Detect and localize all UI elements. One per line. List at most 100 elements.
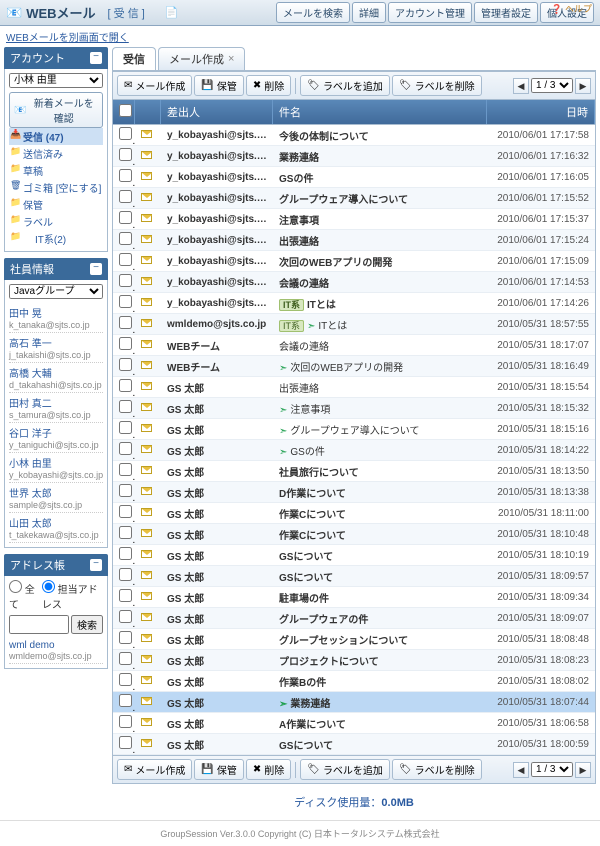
- row-checkbox[interactable]: [119, 421, 132, 434]
- mail-row[interactable]: y_kobayashi@sjts.co.jp今後の体制について2010/06/0…: [113, 125, 595, 146]
- staff-name[interactable]: 高石 準一: [9, 335, 103, 350]
- open-new-window-link[interactable]: WEBメールを別画面で開く: [6, 33, 129, 44]
- folder-item[interactable]: 草稿: [9, 162, 103, 179]
- row-checkbox[interactable]: [119, 190, 132, 203]
- row-checkbox[interactable]: [119, 211, 132, 224]
- folder-item[interactable]: 受信 (47): [9, 128, 103, 145]
- delete-button[interactable]: ✖ 削除: [246, 75, 291, 96]
- row-checkbox[interactable]: [119, 253, 132, 266]
- folder-item[interactable]: ラベル: [9, 213, 103, 230]
- row-checkbox[interactable]: [119, 694, 132, 707]
- address-search-button[interactable]: 検索: [71, 615, 103, 634]
- col-from[interactable]: 差出人: [161, 100, 273, 124]
- addr-name[interactable]: wml demo: [9, 640, 103, 651]
- mail-row[interactable]: WEBチーム➣次回のWEBアプリの開発2010/05/31 18:16:49: [113, 356, 595, 377]
- row-checkbox[interactable]: [119, 568, 132, 581]
- folder-item[interactable]: IT系(2): [9, 230, 103, 247]
- row-checkbox[interactable]: [119, 484, 132, 497]
- addr-opt-all[interactable]: 全て: [9, 580, 38, 611]
- row-checkbox[interactable]: [119, 526, 132, 539]
- page-select[interactable]: 1 / 3: [531, 78, 573, 93]
- staff-name[interactable]: 小林 由里: [9, 455, 103, 470]
- store-button[interactable]: 💾 保管: [194, 75, 243, 96]
- compose-button[interactable]: ✉ メール作成: [117, 75, 192, 96]
- mail-row[interactable]: y_kobayashi@sjts.co.jp業務連絡2010/06/01 17:…: [113, 146, 595, 167]
- del-label-button[interactable]: 🏷 ラベルを削除: [392, 75, 482, 96]
- row-checkbox[interactable]: [119, 148, 132, 161]
- mail-row[interactable]: y_kobayashi@sjts.co.jpGSの件2010/06/01 17:…: [113, 167, 595, 188]
- mail-row[interactable]: GS 太郎D作業について2010/05/31 18:13:38: [113, 482, 595, 503]
- close-icon[interactable]: ×: [228, 53, 234, 65]
- add-label-button[interactable]: 🏷 ラベルを追加: [300, 759, 390, 780]
- row-checkbox[interactable]: [119, 169, 132, 182]
- staff-name[interactable]: 高橋 大輔: [9, 365, 103, 380]
- mail-row[interactable]: GS 太郎➣グループウェア導入について2010/05/31 18:15:16: [113, 419, 595, 440]
- staff-name[interactable]: 田中 晃: [9, 305, 103, 320]
- staff-name[interactable]: 世界 太郎: [9, 485, 103, 500]
- folder-item[interactable]: 保管: [9, 196, 103, 213]
- mail-row[interactable]: GS 太郎A作業について2010/05/31 18:06:58: [113, 713, 595, 734]
- header-button[interactable]: アカウント管理: [388, 2, 472, 23]
- row-checkbox[interactable]: [119, 463, 132, 476]
- mail-row[interactable]: wmldemo@sjts.co.jpIT系➣ITとは2010/05/31 18:…: [113, 314, 595, 335]
- mail-row[interactable]: GS 太郎グループウェアの件2010/05/31 18:09:07: [113, 608, 595, 629]
- mail-row[interactable]: GS 太郎出張連絡2010/05/31 18:15:54: [113, 377, 595, 398]
- header-button[interactable]: 詳細: [352, 2, 386, 23]
- mail-row[interactable]: WEBチーム会議の連絡2010/05/31 18:17:07: [113, 335, 595, 356]
- row-checkbox[interactable]: [119, 631, 132, 644]
- group-select[interactable]: Javaグループ: [9, 284, 103, 299]
- tab[interactable]: 受信: [112, 47, 156, 70]
- row-checkbox[interactable]: [119, 316, 132, 329]
- page-next-button[interactable]: ▶: [575, 78, 591, 94]
- mail-row[interactable]: GS 太郎社員旅行について2010/05/31 18:13:50: [113, 461, 595, 482]
- mail-row[interactable]: GS 太郎プロジェクトについて2010/05/31 18:08:23: [113, 650, 595, 671]
- collapse-icon[interactable]: −: [90, 559, 102, 571]
- add-label-button[interactable]: 🏷 ラベルを追加: [300, 75, 390, 96]
- check-new-mail-button[interactable]: 📧 新着メールを確認: [9, 92, 103, 128]
- row-checkbox[interactable]: [119, 274, 132, 287]
- page-prev-button[interactable]: ◀: [513, 78, 529, 94]
- page-icon[interactable]: 📄: [165, 6, 179, 19]
- mail-row[interactable]: y_kobayashi@sjts.co.jp会議の連絡2010/06/01 17…: [113, 272, 595, 293]
- header-button[interactable]: メールを検索: [276, 2, 350, 23]
- row-checkbox[interactable]: [119, 715, 132, 728]
- col-date[interactable]: 日時: [487, 100, 595, 124]
- mail-row[interactable]: y_kobayashi@sjts.co.jpグループウェア導入について2010/…: [113, 188, 595, 209]
- row-checkbox[interactable]: [119, 295, 132, 308]
- mail-row[interactable]: GS 太郎駐車場の件2010/05/31 18:09:34: [113, 587, 595, 608]
- mail-row[interactable]: GS 太郎GSについて2010/05/31 18:00:59: [113, 734, 595, 755]
- mail-row[interactable]: GS 太郎作業Cについて2010/05/31 18:11:00: [113, 503, 595, 524]
- header-button[interactable]: 管理者設定: [474, 2, 538, 23]
- collapse-icon[interactable]: −: [90, 52, 102, 64]
- row-checkbox[interactable]: [119, 736, 132, 749]
- page-select[interactable]: 1 / 3: [531, 762, 573, 777]
- del-label-button[interactable]: 🏷 ラベルを削除: [392, 759, 482, 780]
- page-next-button[interactable]: ▶: [575, 762, 591, 778]
- row-checkbox[interactable]: [119, 610, 132, 623]
- staff-name[interactable]: 山田 太郎: [9, 515, 103, 530]
- help-link[interactable]: ❓ ヘルプ: [551, 2, 592, 15]
- mail-row[interactable]: y_kobayashi@sjts.co.jp注意事項2010/06/01 17:…: [113, 209, 595, 230]
- page-prev-button[interactable]: ◀: [513, 762, 529, 778]
- row-checkbox[interactable]: [119, 589, 132, 602]
- mail-row[interactable]: GS 太郎作業Bの件2010/05/31 18:08:02: [113, 671, 595, 692]
- row-checkbox[interactable]: [119, 547, 132, 560]
- mail-row[interactable]: y_kobayashi@sjts.co.jpIT系ITとは2010/06/01 …: [113, 293, 595, 314]
- mail-row[interactable]: GS 太郎➣注意事項2010/05/31 18:15:32: [113, 398, 595, 419]
- delete-button[interactable]: ✖ 削除: [246, 759, 291, 780]
- staff-name[interactable]: 田村 真二: [9, 395, 103, 410]
- row-checkbox[interactable]: [119, 232, 132, 245]
- staff-name[interactable]: 谷口 洋子: [9, 425, 103, 440]
- row-checkbox[interactable]: [119, 442, 132, 455]
- mail-row[interactable]: y_kobayashi@sjts.co.jp出張連絡2010/06/01 17:…: [113, 230, 595, 251]
- store-button[interactable]: 💾 保管: [194, 759, 243, 780]
- compose-button[interactable]: ✉ メール作成: [117, 759, 192, 780]
- row-checkbox[interactable]: [119, 337, 132, 350]
- mail-row[interactable]: GS 太郎GSについて2010/05/31 18:09:57: [113, 566, 595, 587]
- row-checkbox[interactable]: [119, 673, 132, 686]
- folder-item[interactable]: ゴミ箱 [空にする]: [9, 179, 103, 196]
- row-checkbox[interactable]: [119, 127, 132, 140]
- mail-row[interactable]: GS 太郎➣GSの件2010/05/31 18:14:22: [113, 440, 595, 461]
- row-checkbox[interactable]: [119, 400, 132, 413]
- col-subject[interactable]: 件名: [273, 100, 487, 124]
